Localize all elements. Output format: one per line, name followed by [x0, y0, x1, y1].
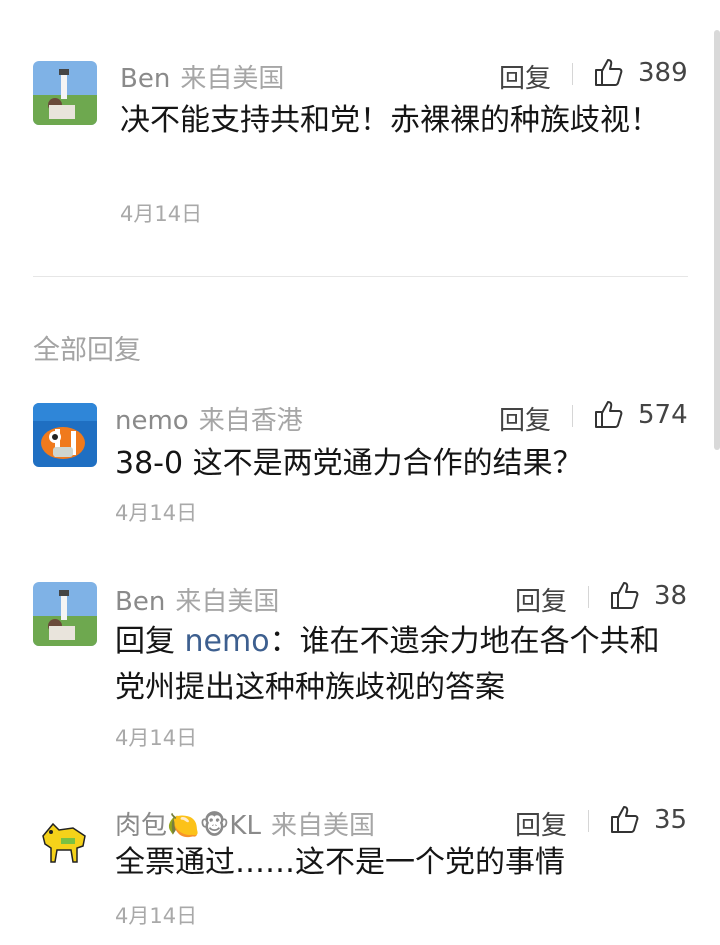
author-location: 来自美国	[175, 587, 280, 617]
comment-date: 4月14日	[115, 726, 198, 750]
like-count: 574	[638, 400, 688, 430]
like-count: 38	[654, 581, 688, 611]
comment-date: 4月14日	[115, 904, 198, 928]
thumbs-up-icon[interactable]	[609, 803, 641, 835]
author-name[interactable]: Ben	[115, 587, 165, 617]
like-count: 389	[638, 58, 688, 88]
avatar[interactable]	[33, 806, 97, 870]
comment-author[interactable]: nemo 来自香港	[115, 400, 303, 437]
reply-prefix: 回复	[115, 624, 175, 659]
reply-button[interactable]: 回复	[499, 58, 551, 95]
comment-date: 4月14日	[115, 501, 198, 525]
separator	[572, 63, 573, 85]
author-name[interactable]: Ben	[120, 64, 170, 94]
comment-date: 4月14日	[120, 202, 203, 226]
reply-button[interactable]: 回复	[515, 581, 567, 618]
comment-author[interactable]: Ben 来自美国	[115, 581, 279, 618]
reply-to-link[interactable]: nemo	[185, 624, 270, 659]
separator	[572, 405, 573, 427]
like-count: 35	[654, 805, 688, 835]
comment-text: 决不能支持共和党！赤裸裸的种族歧视！	[120, 103, 660, 138]
comment-author[interactable]: 肉包🍋🐵KL 来自美国	[115, 805, 375, 842]
reply-button[interactable]: 回复	[515, 805, 567, 842]
separator	[588, 586, 589, 608]
thumbs-up-icon[interactable]	[593, 56, 625, 88]
comment-text: 回复 nemo：谁在不遗余力地在各个共和党州提出这种种族歧视的答案	[115, 619, 675, 711]
thumbs-up-icon[interactable]	[593, 398, 625, 430]
comment-text: 全票通过……这不是一个党的事情	[115, 845, 565, 880]
avatar[interactable]	[33, 582, 97, 646]
author-location: 来自美国	[180, 64, 285, 94]
comment-text: 38-0 这不是两党通力合作的结果？	[115, 446, 583, 481]
author-location: 来自香港	[198, 406, 303, 436]
author-name[interactable]: nemo	[115, 406, 189, 436]
author-location: 来自美国	[270, 811, 375, 841]
scrollbar[interactable]	[714, 30, 720, 450]
thumbs-up-icon[interactable]	[609, 579, 641, 611]
avatar[interactable]	[33, 61, 97, 125]
all-replies-heading: 全部回复	[33, 335, 141, 366]
divider	[33, 276, 688, 277]
reply-button[interactable]: 回复	[499, 400, 551, 437]
separator	[588, 810, 589, 832]
comment-author[interactable]: Ben 来自美国	[120, 58, 284, 95]
author-name[interactable]: 肉包🍋🐵KL	[115, 811, 261, 841]
avatar[interactable]	[33, 403, 97, 467]
